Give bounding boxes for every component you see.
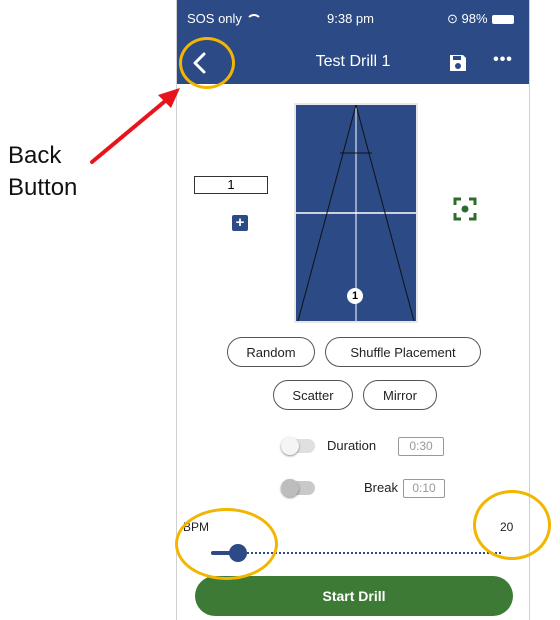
arrow-icon	[90, 88, 180, 164]
